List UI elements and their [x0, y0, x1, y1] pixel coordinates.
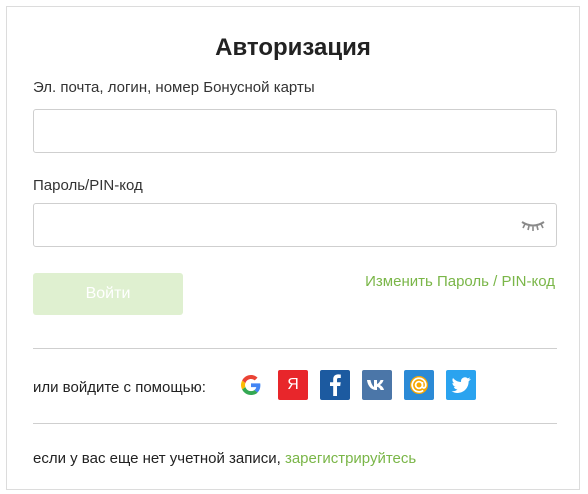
eye-closed-icon[interactable]	[520, 214, 546, 234]
login-button[interactable]: Войти	[33, 273, 183, 315]
vk-icon[interactable]	[362, 370, 392, 400]
change-password-link[interactable]: Изменить Пароль / PIN-код	[365, 273, 555, 291]
divider	[33, 348, 557, 349]
social-login-buttons: Я	[236, 370, 476, 400]
twitter-icon[interactable]	[446, 370, 476, 400]
login-input[interactable]	[33, 109, 557, 153]
divider	[33, 423, 557, 424]
social-login-label: или войдите с помощью:	[33, 379, 206, 396]
login-label: Эл. почта, логин, номер Бонусной карты	[33, 79, 315, 96]
password-input[interactable]	[33, 203, 557, 247]
register-prompt: если у вас еще нет учетной записи, зарег…	[33, 450, 416, 468]
register-prompt-text: если у вас еще нет учетной записи,	[33, 450, 281, 467]
google-icon[interactable]	[236, 370, 266, 400]
register-link[interactable]: зарегистрируйтесь	[285, 450, 416, 467]
mail-ru-icon[interactable]	[404, 370, 434, 400]
yandex-icon[interactable]: Я	[278, 370, 308, 400]
page-title: Авторизация	[215, 34, 371, 61]
password-label: Пароль/PIN-код	[33, 177, 143, 194]
facebook-icon[interactable]	[320, 370, 350, 400]
auth-panel: Авторизация Эл. почта, логин, номер Бону…	[6, 6, 580, 490]
